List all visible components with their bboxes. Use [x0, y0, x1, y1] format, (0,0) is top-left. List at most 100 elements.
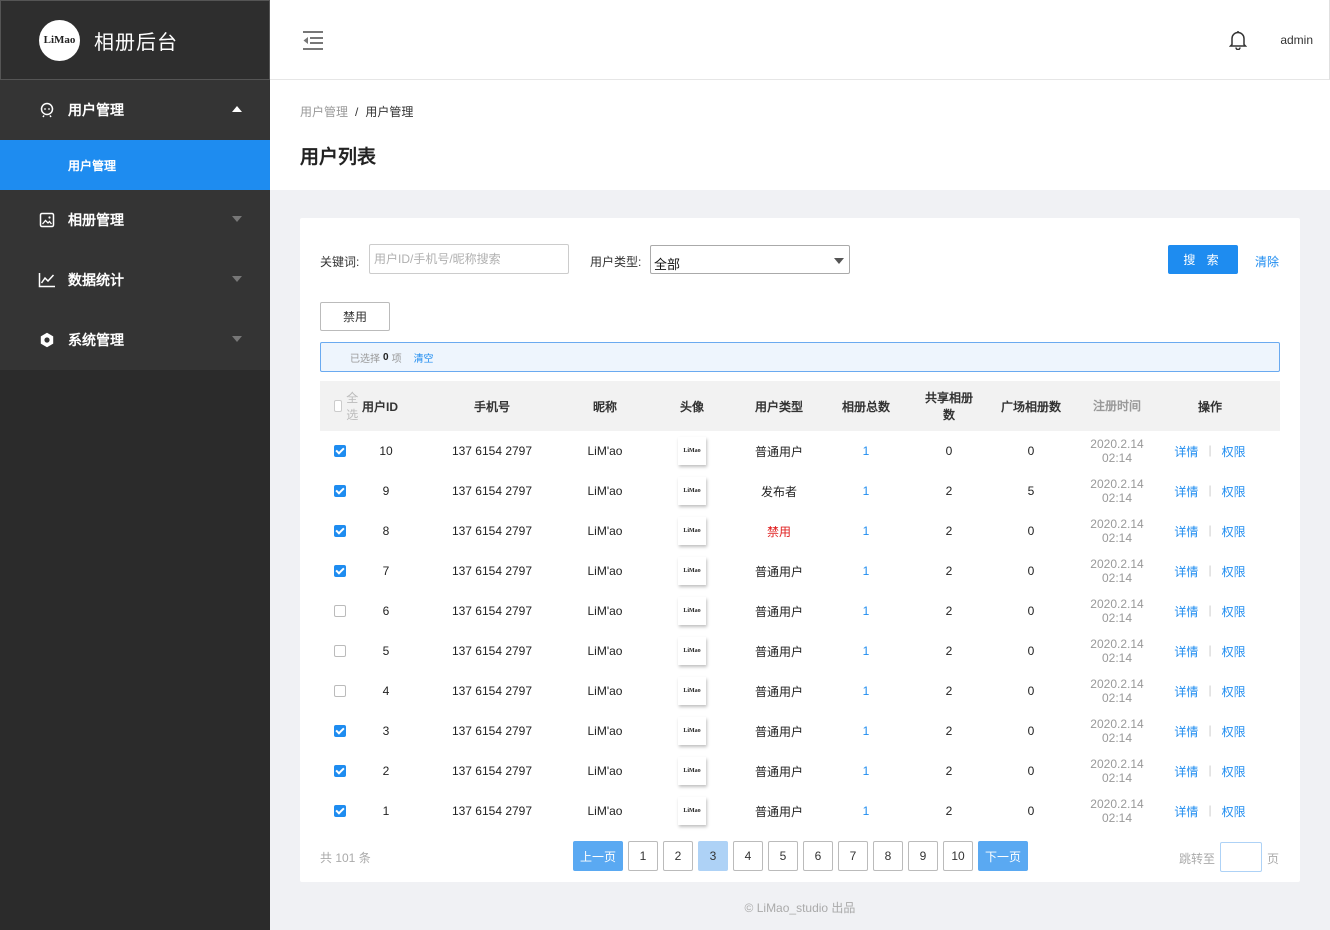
square-album-count: 0 [1027, 564, 1035, 578]
sidebar-item-album-management[interactable]: 相册管理 [0, 190, 270, 250]
detail-link[interactable]: 详情 [1174, 483, 1198, 500]
row-select[interactable] [320, 605, 360, 617]
album-count-link[interactable]: 1 [812, 644, 920, 658]
page-button[interactable]: 1 [628, 841, 658, 871]
register-date: 2020.2.14 [1090, 717, 1144, 731]
user-list-card: 关键词: 用户类型: 全部 搜 索 清除 禁用 已选择 0 项 清空 全选 用户… [300, 218, 1300, 882]
square-album-count: 0 [1027, 684, 1035, 698]
permission-link[interactable]: 权限 [1222, 723, 1246, 740]
permission-link[interactable]: 权限 [1222, 643, 1246, 660]
row-actions: 详情 | 权限 [1150, 483, 1270, 500]
page-button[interactable]: 2 [663, 841, 693, 871]
user-name[interactable]: admin [1280, 33, 1313, 47]
page-button[interactable]: 9 [908, 841, 938, 871]
sidebar-item-user-management[interactable]: 用户管理 [0, 80, 270, 140]
avatar: LiMao [678, 677, 706, 705]
detail-link[interactable]: 详情 [1174, 523, 1198, 540]
row-select[interactable] [320, 645, 360, 657]
page-button[interactable]: 10 [943, 841, 973, 871]
album-count-link[interactable]: 1 [812, 524, 920, 538]
search-button[interactable]: 搜 索 [1168, 245, 1238, 274]
detail-link[interactable]: 详情 [1174, 563, 1198, 580]
select-all-checkbox[interactable] [334, 400, 343, 412]
column-header: 广场相册数 [1000, 399, 1061, 414]
bell-icon[interactable] [1228, 30, 1248, 53]
row-checkbox[interactable] [334, 725, 346, 737]
sidebar-item-system[interactable]: 系统管理 [0, 310, 270, 370]
album-count-link[interactable]: 1 [812, 684, 920, 698]
square-album-count: 0 [1027, 804, 1035, 818]
page-button[interactable]: 4 [733, 841, 763, 871]
sidebar-menu: 用户管理 用户管理 相册管理 数据统计 系统管理 [0, 80, 270, 370]
detail-link[interactable]: 详情 [1174, 763, 1198, 780]
album-count-link[interactable]: 1 [812, 604, 920, 618]
detail-link[interactable]: 详情 [1174, 723, 1198, 740]
album-count-link[interactable]: 1 [812, 444, 920, 458]
row-checkbox[interactable] [334, 765, 346, 777]
permission-link[interactable]: 权限 [1222, 603, 1246, 620]
table-row: 3 137 6154 2797 LiM'ao LiMao 普通用户 1 2 0 2020.2.1… [320, 711, 1280, 751]
permission-link[interactable]: 权限 [1222, 483, 1246, 500]
row-checkbox[interactable] [334, 445, 346, 457]
submenu-item-user-management[interactable]: 用户管理 [0, 140, 270, 190]
register-clock: 02:14 [1101, 611, 1133, 625]
row-select[interactable] [320, 805, 360, 817]
menu-collapse-icon[interactable] [302, 30, 324, 53]
permission-link[interactable]: 权限 [1222, 803, 1246, 820]
album-count-link[interactable]: 1 [812, 724, 920, 738]
row-select[interactable] [320, 685, 360, 697]
row-checkbox[interactable] [334, 485, 346, 497]
album-count-link[interactable]: 1 [812, 564, 920, 578]
album-count-link[interactable]: 1 [812, 764, 920, 778]
page-button[interactable]: 6 [803, 841, 833, 871]
permission-link[interactable]: 权限 [1222, 563, 1246, 580]
action-separator: | [1208, 802, 1212, 817]
detail-link[interactable]: 详情 [1174, 443, 1198, 460]
page-button[interactable]: 7 [838, 841, 868, 871]
disable-button[interactable]: 禁用 [320, 302, 390, 331]
row-select[interactable] [320, 725, 360, 737]
jump-page-input[interactable] [1220, 842, 1262, 872]
permission-link[interactable]: 权限 [1222, 443, 1246, 460]
detail-link[interactable]: 详情 [1174, 643, 1198, 660]
logo: LiMao [39, 19, 80, 61]
prev-page-button[interactable]: 上一页 [573, 841, 623, 871]
page-button[interactable]: 8 [873, 841, 903, 871]
nickname: LiM'ao [587, 684, 623, 698]
detail-link[interactable]: 详情 [1174, 803, 1198, 820]
brand: LiMao 相册后台 [0, 0, 270, 80]
shared-album-count: 2 [945, 484, 953, 498]
album-count-link[interactable]: 1 [812, 804, 920, 818]
permission-link[interactable]: 权限 [1222, 523, 1246, 540]
row-checkbox[interactable] [334, 605, 346, 617]
row-select[interactable] [320, 485, 360, 497]
page-button[interactable]: 3 [698, 841, 728, 871]
permission-link[interactable]: 权限 [1222, 683, 1246, 700]
avatar-cell: LiMao [638, 477, 746, 505]
permission-link[interactable]: 权限 [1222, 763, 1246, 780]
row-select[interactable] [320, 765, 360, 777]
keyword-search-input[interactable] [369, 244, 569, 274]
clear-selection-link[interactable]: 清空 [414, 350, 434, 365]
page-button[interactable]: 5 [768, 841, 798, 871]
row-select[interactable] [320, 445, 360, 457]
row-select[interactable] [320, 525, 360, 537]
breadcrumb-parent[interactable]: 用户管理 [300, 105, 348, 119]
shared-album-count: 2 [945, 644, 953, 658]
row-checkbox[interactable] [334, 565, 346, 577]
album-count-link[interactable]: 1 [812, 484, 920, 498]
row-checkbox[interactable] [334, 805, 346, 817]
row-actions: 详情 | 权限 [1150, 643, 1270, 660]
sidebar-item-statistics[interactable]: 数据统计 [0, 250, 270, 310]
row-actions: 详情 | 权限 [1150, 803, 1270, 820]
detail-link[interactable]: 详情 [1174, 683, 1198, 700]
row-checkbox[interactable] [334, 525, 346, 537]
user-type-select[interactable]: 全部 [650, 245, 850, 274]
row-select[interactable] [320, 565, 360, 577]
row-checkbox[interactable] [334, 645, 346, 657]
row-checkbox[interactable] [334, 685, 346, 697]
next-page-button[interactable]: 下一页 [978, 841, 1028, 871]
detail-link[interactable]: 详情 [1174, 603, 1198, 620]
nickname: LiM'ao [587, 484, 623, 498]
clear-filter-link[interactable]: 清除 [1255, 253, 1279, 270]
